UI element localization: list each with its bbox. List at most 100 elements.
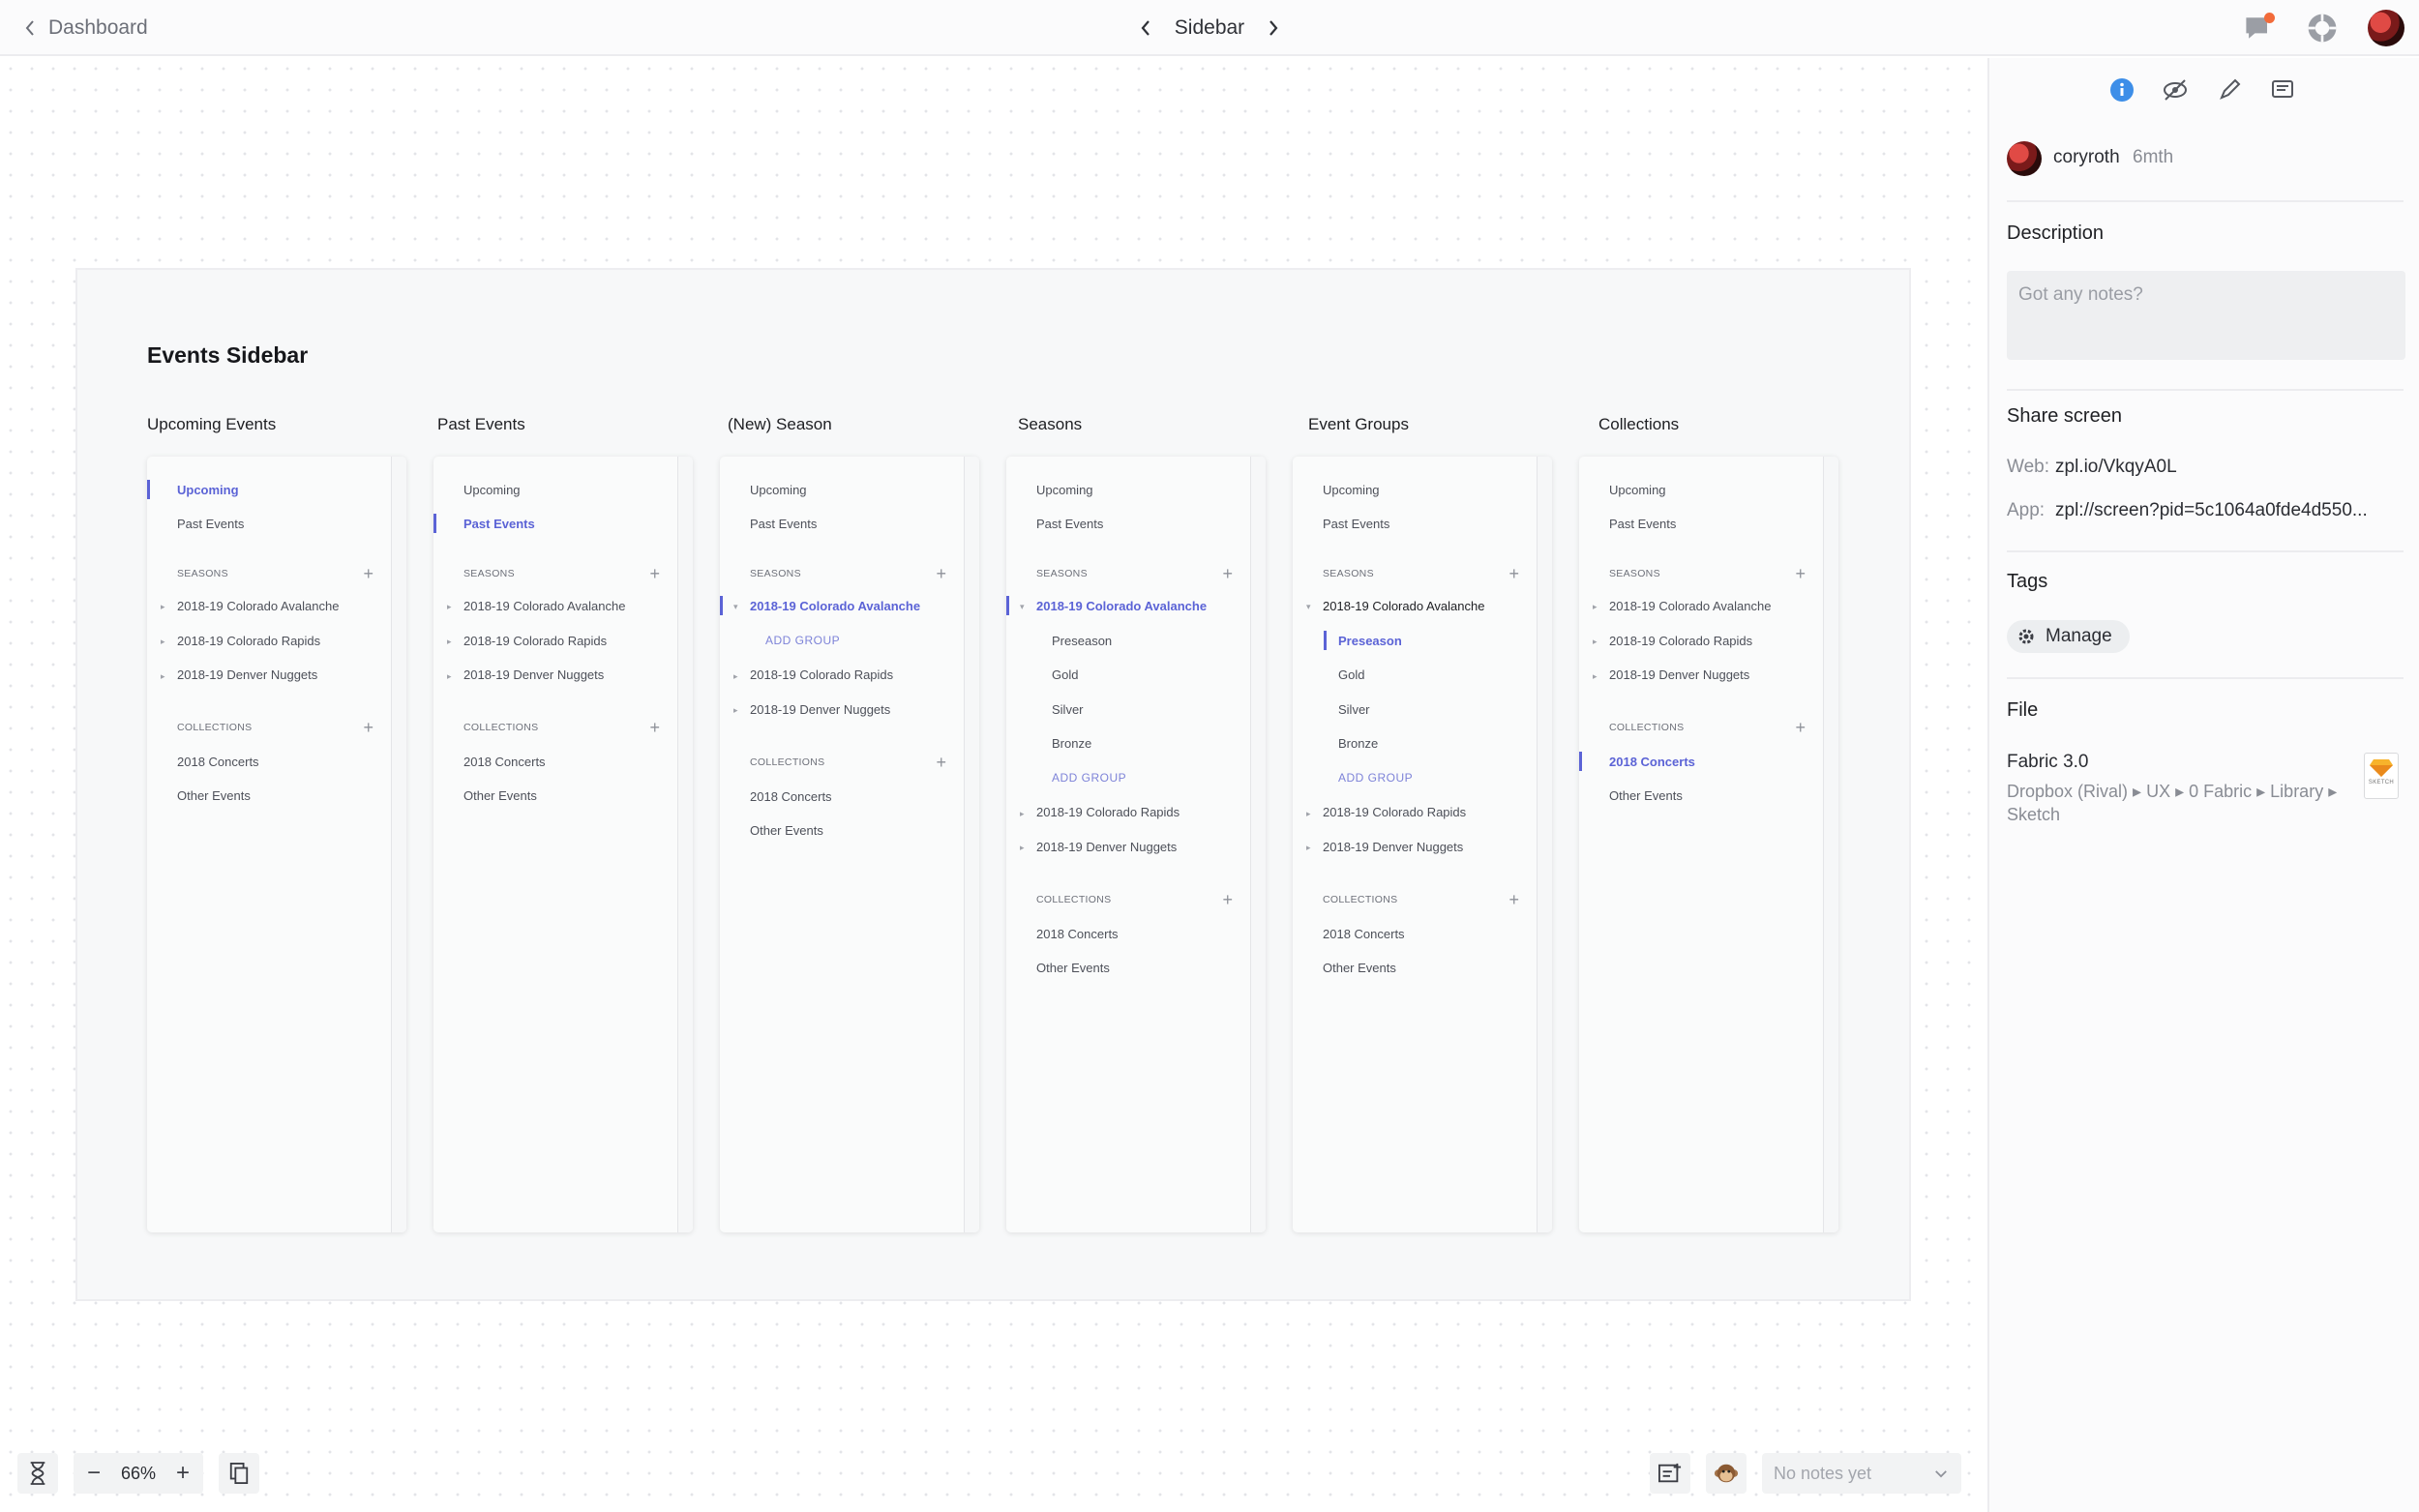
- season-item[interactable]: 2018-19 Colorado Rapids: [177, 634, 320, 648]
- collection-item[interactable]: 2018 Concerts: [463, 755, 546, 769]
- nav-past-events[interactable]: Past Events: [1323, 517, 1389, 531]
- expand-caret-icon[interactable]: ▸: [733, 671, 738, 682]
- author-name[interactable]: coryroth: [2053, 147, 2120, 168]
- group-item[interactable]: Preseason: [1052, 634, 1112, 648]
- collection-item[interactable]: Other Events: [1609, 788, 1683, 803]
- notifications-button[interactable]: [2239, 9, 2278, 47]
- expand-caret-icon[interactable]: ▸: [1306, 809, 1311, 819]
- add-collection-icon[interactable]: +: [1508, 891, 1519, 908]
- season-item[interactable]: 2018-19 Denver Nuggets: [1036, 840, 1177, 854]
- season-item[interactable]: 2018-19 Colorado Rapids: [1609, 634, 1752, 648]
- season-item[interactable]: 2018-19 Colorado Rapids: [1036, 805, 1180, 819]
- collection-item[interactable]: Other Events: [1323, 961, 1396, 975]
- add-group-link[interactable]: ADD GROUP: [765, 634, 840, 647]
- add-season-icon[interactable]: +: [363, 565, 373, 582]
- season-item[interactable]: 2018-19 Denver Nuggets: [1323, 840, 1463, 854]
- collapse-caret-icon[interactable]: ▾: [733, 602, 738, 612]
- season-item[interactable]: 2018-19 Denver Nuggets: [750, 702, 890, 717]
- expand-caret-icon[interactable]: ▸: [1020, 843, 1025, 853]
- collection-item[interactable]: 2018 Concerts: [1036, 927, 1119, 941]
- next-screen-button[interactable]: [1262, 14, 1285, 43]
- collection-item[interactable]: 2018 Concerts: [177, 755, 259, 769]
- add-collection-icon[interactable]: +: [1795, 719, 1806, 736]
- description-input[interactable]: [2007, 271, 2405, 360]
- nav-upcoming[interactable]: Upcoming: [463, 483, 521, 497]
- group-item[interactable]: Gold: [1052, 667, 1078, 682]
- add-collection-icon[interactable]: +: [363, 719, 373, 736]
- expand-caret-icon[interactable]: ▸: [447, 637, 452, 647]
- collection-item[interactable]: 2018 Concerts: [1323, 927, 1405, 941]
- manage-tags-button[interactable]: Manage: [2007, 620, 2130, 653]
- expand-caret-icon[interactable]: ▸: [161, 671, 165, 682]
- expand-caret-icon[interactable]: ▸: [733, 705, 738, 716]
- tab-comments[interactable]: [2266, 74, 2299, 106]
- nav-past-events[interactable]: Past Events: [177, 517, 244, 531]
- emoji-button[interactable]: [1706, 1453, 1747, 1494]
- season-item[interactable]: 2018-19 Colorado Rapids: [1323, 805, 1466, 819]
- season-item[interactable]: 2018-19 Colorado Avalanche: [177, 599, 339, 613]
- season-item[interactable]: 2018-19 Colorado Rapids: [463, 634, 607, 648]
- nav-past-events[interactable]: Past Events: [463, 517, 535, 531]
- tab-styles[interactable]: [2213, 74, 2246, 106]
- tab-info[interactable]: [2105, 74, 2138, 106]
- nav-past-events[interactable]: Past Events: [750, 517, 817, 531]
- season-item[interactable]: 2018-19 Denver Nuggets: [177, 667, 317, 682]
- season-item-selected[interactable]: 2018-19 Colorado Avalanche: [1036, 599, 1207, 613]
- sketch-file-icon[interactable]: SKETCH: [2364, 753, 2399, 799]
- add-season-icon[interactable]: +: [649, 565, 660, 582]
- expand-caret-icon[interactable]: ▸: [1593, 637, 1598, 647]
- add-collection-icon[interactable]: +: [1222, 891, 1233, 908]
- dashboard-back-link[interactable]: Dashboard: [23, 14, 148, 43]
- expand-caret-icon[interactable]: ▸: [1020, 809, 1025, 819]
- season-item[interactable]: 2018-19 Colorado Avalanche: [1609, 599, 1771, 613]
- nav-upcoming[interactable]: Upcoming: [177, 483, 239, 497]
- design-canvas[interactable]: Events Sidebar Upcoming Events Past Even…: [0, 58, 1987, 1512]
- season-item[interactable]: 2018-19 Denver Nuggets: [463, 667, 604, 682]
- add-collection-icon[interactable]: +: [936, 754, 946, 771]
- expand-caret-icon[interactable]: ▸: [447, 671, 452, 682]
- collapse-caret-icon[interactable]: ▾: [1306, 602, 1311, 612]
- file-name[interactable]: Fabric 3.0: [2007, 752, 2088, 773]
- add-note-button[interactable]: [1650, 1453, 1690, 1494]
- sidebar-mock-collections[interactable]: Upcoming Past Events SEASONS + ▸ 2018-19…: [1579, 457, 1838, 1232]
- expand-caret-icon[interactable]: ▸: [161, 637, 165, 647]
- nav-upcoming[interactable]: Upcoming: [1036, 483, 1093, 497]
- help-button[interactable]: [2303, 9, 2342, 47]
- nav-upcoming[interactable]: Upcoming: [1609, 483, 1666, 497]
- group-item[interactable]: Silver: [1052, 702, 1084, 717]
- sidebar-mock-event-groups[interactable]: Upcoming Past Events SEASONS + ▾ 2018-19…: [1293, 457, 1552, 1232]
- add-collection-icon[interactable]: +: [649, 719, 660, 736]
- copy-button[interactable]: [219, 1453, 259, 1494]
- zoom-in-button[interactable]: +: [163, 1453, 203, 1494]
- add-group-link[interactable]: ADD GROUP: [1338, 771, 1413, 785]
- user-avatar-button[interactable]: [2367, 9, 2405, 47]
- collapse-caret-icon[interactable]: ▾: [1020, 602, 1025, 612]
- expand-caret-icon[interactable]: ▸: [447, 602, 452, 612]
- group-item[interactable]: Gold: [1338, 667, 1364, 682]
- add-season-icon[interactable]: +: [1508, 565, 1519, 582]
- sidebar-mock-seasons[interactable]: Upcoming Past Events SEASONS + ▾ 2018-19…: [1006, 457, 1266, 1232]
- nav-upcoming[interactable]: Upcoming: [1323, 483, 1380, 497]
- collection-item[interactable]: Other Events: [1036, 961, 1110, 975]
- collection-item[interactable]: Other Events: [463, 788, 537, 803]
- season-item-expanded[interactable]: 2018-19 Colorado Avalanche: [1323, 599, 1484, 613]
- collection-item-selected[interactable]: 2018 Concerts: [1609, 755, 1695, 769]
- group-item[interactable]: Silver: [1338, 702, 1370, 717]
- season-item[interactable]: 2018-19 Colorado Avalanche: [463, 599, 625, 613]
- add-season-icon[interactable]: +: [1222, 565, 1233, 582]
- add-group-link[interactable]: ADD GROUP: [1052, 771, 1126, 785]
- group-item[interactable]: Bronze: [1052, 736, 1091, 751]
- season-item-selected[interactable]: 2018-19 Colorado Avalanche: [750, 599, 920, 613]
- collection-item[interactable]: Other Events: [177, 788, 251, 803]
- group-item[interactable]: Bronze: [1338, 736, 1378, 751]
- expand-caret-icon[interactable]: ▸: [161, 602, 165, 612]
- history-button[interactable]: [17, 1453, 58, 1494]
- sidebar-mock-new-season[interactable]: Upcoming Past Events SEASONS + ▾ 2018-19…: [720, 457, 979, 1232]
- expand-caret-icon[interactable]: ▸: [1306, 843, 1311, 853]
- nav-past-events[interactable]: Past Events: [1036, 517, 1103, 531]
- tab-visibility[interactable]: [2159, 74, 2192, 106]
- season-item[interactable]: 2018-19 Colorado Rapids: [750, 667, 893, 682]
- collection-item[interactable]: Other Events: [750, 823, 823, 838]
- nav-past-events[interactable]: Past Events: [1609, 517, 1676, 531]
- expand-caret-icon[interactable]: ▸: [1593, 602, 1598, 612]
